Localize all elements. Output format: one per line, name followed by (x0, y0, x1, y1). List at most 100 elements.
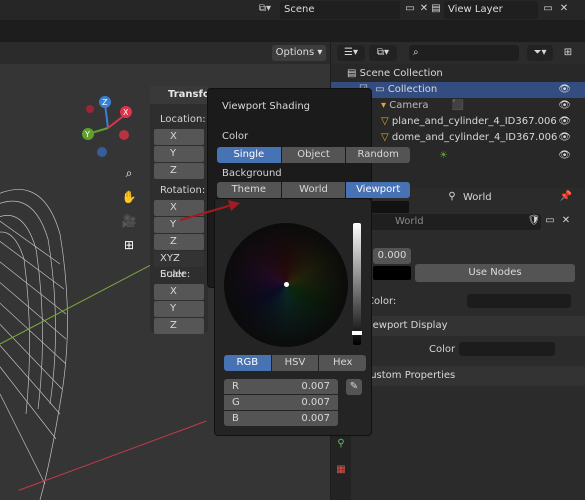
zoom-icon[interactable]: ⌕ (121, 166, 137, 181)
view-layer-selector[interactable]: View Layer (444, 1, 538, 19)
rotation-z[interactable]: Z (154, 234, 204, 250)
background-label: Background (222, 168, 282, 179)
collection-visibility-icon[interactable]: 👁 (558, 82, 571, 98)
texture-tab-icon[interactable]: ▦ (334, 464, 348, 475)
color-mode-object[interactable]: Object (281, 147, 346, 163)
use-nodes-label: Use Nodes (468, 267, 522, 278)
unlink-world-icon[interactable]: ✕ (559, 215, 573, 226)
popup-title: Viewport Shading (222, 101, 311, 112)
color-wheel-cursor[interactable] (284, 282, 289, 287)
world-color-swatch[interactable] (373, 266, 411, 280)
world-header-icon: ⚲ (448, 191, 456, 202)
picker-mode-hsv[interactable]: HSV (271, 355, 319, 371)
vp-color-label: Color (429, 344, 456, 355)
obj2-visibility-icon[interactable]: 👁 (558, 130, 571, 146)
color-mode-selector: Single Object Random (217, 147, 410, 163)
euler-mode-dropdown[interactable]: XYZ Euler (154, 251, 204, 280)
viewport-display-label: Viewport Display (363, 320, 448, 331)
color-picker-popup: RGB HSV Hex R 0.007 G 0.007 B 0.007 ✎ (214, 198, 372, 436)
scene-collection-icon: ▤ (347, 68, 357, 79)
location-label: Location: (160, 114, 206, 125)
obj2-icon: ▽ (381, 132, 389, 143)
location-y[interactable]: Y (154, 146, 204, 162)
obj1-icon: ▽ (381, 116, 389, 127)
light-visibility-icon[interactable]: 👁 (558, 148, 571, 164)
light-icon: ☀ (439, 150, 448, 161)
scene-icon[interactable]: ⧉▾ (252, 3, 278, 14)
scale-label: Scale: (160, 269, 191, 280)
color-label: Color (222, 131, 249, 142)
eyedropper-icon[interactable]: ✎ (346, 379, 362, 395)
r-value: 0.007 (301, 381, 330, 392)
picker-mode-hex[interactable]: Hex (319, 355, 366, 371)
location-x[interactable]: X (154, 129, 204, 145)
camera-icon: ▾ (381, 100, 387, 111)
background-mode-world[interactable]: World (281, 182, 346, 198)
copy-layer-icon[interactable]: ▭ (542, 3, 554, 14)
g-label: G (232, 397, 240, 408)
top-bar-gap (0, 20, 585, 42)
b-label: B (232, 413, 239, 424)
outliner-row-scene-collection[interactable]: ▤ Scene Collection (331, 66, 585, 82)
world-tab-icon[interactable]: ⚲ (334, 438, 348, 449)
color-mode-random[interactable]: Random (346, 147, 410, 163)
outliner-header: ☰▾ ⧉▾ ⌕ ⏷▾ ⊞ (331, 42, 585, 64)
camera-visibility-icon[interactable]: 👁 (558, 98, 571, 114)
picker-mode-rgb[interactable]: RGB (224, 355, 271, 371)
display-mode-icon[interactable]: ⧉▾ (369, 45, 397, 61)
scene-selector[interactable]: Scene (280, 1, 400, 19)
scale-y[interactable]: Y (154, 301, 204, 317)
world-name-field[interactable]: World (361, 214, 541, 230)
new-collection-icon[interactable]: ⊞ (559, 45, 577, 61)
value-slider[interactable] (353, 223, 361, 345)
strength-value: 0.000 (377, 250, 407, 261)
custom-properties-section[interactable]: ▸ Custom Properties (351, 366, 585, 386)
duplicate-world-icon[interactable]: ▭ (543, 215, 557, 226)
custom-properties-label: Custom Properties (363, 370, 456, 381)
b-field[interactable]: B 0.007 (224, 411, 338, 426)
obj2-label: dome_and_cylinder_4_ID367.006 (391, 132, 558, 143)
strength-field[interactable]: 0.000 (373, 248, 411, 264)
vp-color-swatch[interactable] (459, 342, 555, 356)
close-layer-icon[interactable]: ✕ (558, 3, 570, 14)
navigation-gizmo[interactable]: Z Y X (78, 94, 138, 160)
b-value: 0.007 (301, 413, 330, 424)
pin-icon[interactable]: 📌 (559, 191, 573, 202)
collection-label: Collection (387, 84, 438, 95)
camera-view-icon[interactable]: 🎥 (121, 214, 137, 228)
svg-text:Z: Z (102, 98, 108, 107)
svg-text:X: X (123, 108, 129, 117)
obj1-visibility-icon[interactable]: 👁 (558, 114, 571, 130)
scale-x[interactable]: X (154, 284, 204, 300)
location-z[interactable]: Z (154, 163, 204, 179)
pan-hand-icon[interactable]: ✋ (121, 190, 137, 204)
viewport-header: Options ▾ (0, 42, 330, 64)
close-scene-icon[interactable]: ✕ (418, 3, 430, 14)
g-field[interactable]: G 0.007 (224, 395, 338, 410)
value-slider-handle[interactable] (352, 331, 362, 335)
world-name-label: World (395, 216, 424, 227)
use-nodes-button[interactable]: Use Nodes (415, 264, 575, 282)
r-field[interactable]: R 0.007 (224, 379, 338, 394)
picker-mode-selector: RGB HSV Hex (224, 355, 366, 371)
scale-z[interactable]: Z (154, 318, 204, 334)
grid-view-icon[interactable]: ⊞ (121, 238, 137, 252)
svg-text:Y: Y (84, 130, 90, 139)
props-color-swatch[interactable] (467, 294, 571, 308)
outliner-search-input[interactable]: ⌕ (409, 45, 519, 61)
color-mode-single[interactable]: Single (217, 147, 281, 163)
obj1-label: plane_and_cylinder_4_ID367.006 (391, 116, 557, 127)
world-tab-label: World (463, 192, 492, 203)
options-label: Options (275, 47, 315, 58)
annotation-arrow (180, 200, 240, 221)
transform-header[interactable]: Transform (150, 86, 225, 104)
fake-user-icon[interactable]: 🛡 (527, 215, 541, 226)
filter-icon[interactable]: ⏷▾ (527, 45, 553, 61)
view-layer-icon[interactable]: ▤ (430, 3, 442, 14)
scene-collection-label: Scene Collection (359, 68, 443, 79)
options-dropdown[interactable]: Options ▾ (272, 45, 326, 61)
viewport-display-section[interactable]: ▾ Viewport Display (351, 316, 585, 336)
copy-scene-icon[interactable]: ▭ (404, 3, 416, 14)
editor-type-icon[interactable]: ☰▾ (337, 45, 365, 61)
background-mode-viewport[interactable]: Viewport (346, 182, 410, 198)
